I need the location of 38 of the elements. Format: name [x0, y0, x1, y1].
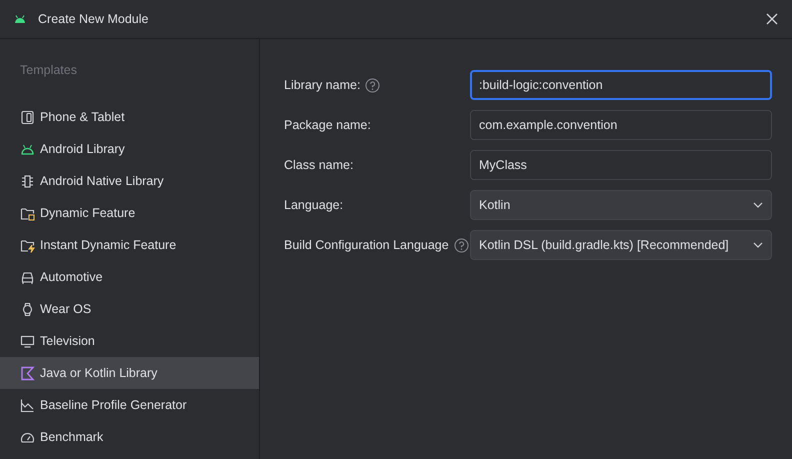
chip-icon — [20, 174, 35, 188]
text-field[interactable]: MyClass — [470, 150, 772, 180]
chart-icon — [20, 398, 35, 412]
folder-icon — [20, 238, 35, 252]
dropdown[interactable]: Kotlin DSL (build.gradle.kts) [Recommended] — [470, 230, 772, 260]
folder-icon — [20, 206, 35, 220]
template-item[interactable]: Benchmark — [0, 421, 259, 453]
template-item[interactable]: Baseline Profile Generator — [0, 389, 259, 421]
chevron-down-icon — [753, 242, 763, 248]
field-label: Build Configuration Language — [284, 236, 449, 254]
template-item[interactable]: Television — [0, 325, 259, 357]
dropdown[interactable]: Kotlin — [470, 190, 772, 220]
window-title: Create New Module — [38, 10, 148, 28]
help-icon[interactable] — [454, 238, 469, 252]
kotlin-icon — [20, 366, 35, 380]
field-label: Library name: — [284, 76, 360, 94]
sidebar-heading: Templates — [20, 63, 77, 77]
field-label: Class name: — [284, 156, 354, 174]
phone-icon — [20, 110, 35, 124]
text-field[interactable]: :build-logic:convention — [470, 70, 772, 100]
template-item[interactable]: Automotive — [0, 261, 259, 293]
field-label: Package name: — [284, 116, 371, 134]
template-item[interactable]: Dynamic Feature — [0, 197, 259, 229]
watch-icon — [20, 302, 35, 316]
text-field[interactable]: com.example.convention — [470, 110, 772, 140]
template-item[interactable]: Android Native Library — [0, 165, 259, 197]
chevron-down-icon — [753, 202, 763, 208]
help-icon[interactable] — [365, 78, 380, 92]
template-item[interactable]: Phone & Tablet — [0, 101, 259, 133]
template-item[interactable]: Java or Kotlin Library — [0, 357, 259, 389]
field-label: Language: — [284, 196, 344, 214]
android-icon — [14, 15, 26, 23]
template-item[interactable]: Instant Dynamic Feature — [0, 229, 259, 261]
car-icon — [20, 270, 35, 284]
monitor-icon — [20, 334, 35, 348]
close-button[interactable] — [764, 11, 780, 27]
template-item[interactable]: Android Library — [0, 133, 259, 165]
template-item[interactable]: Wear OS — [0, 293, 259, 325]
